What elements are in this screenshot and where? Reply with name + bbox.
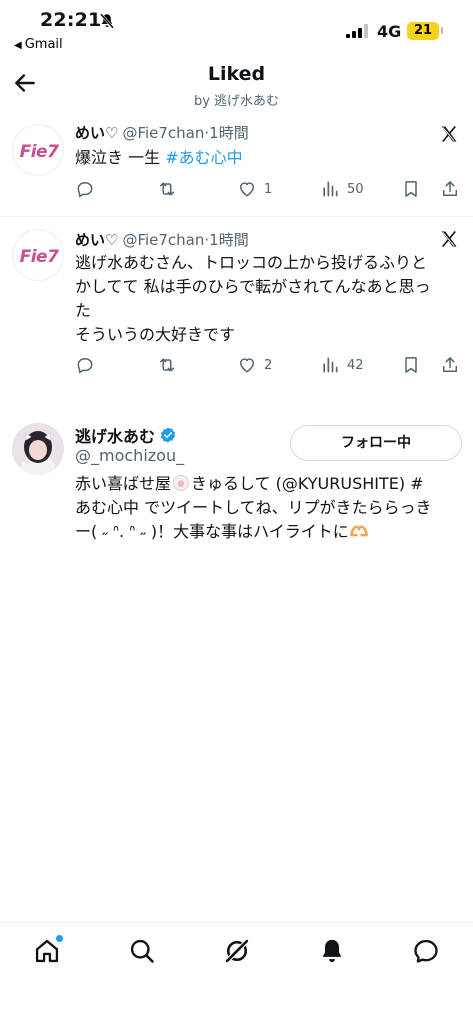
bio-text: きゅるして (@KYURUSHITE) # (191, 474, 424, 493)
x-logo-icon (441, 125, 457, 143)
avatar[interactable]: Fie7 (12, 229, 64, 281)
views-icon (323, 357, 338, 373)
like-count: 1 (264, 181, 273, 197)
tweet-header: めい♡ @Fie7chan·1時間 (75, 122, 249, 143)
avatar-logo-text: Fie7 (19, 247, 59, 267)
hashtag-link[interactable]: #あむ心中 (165, 148, 242, 167)
mochi-emoji-icon (173, 475, 190, 491)
views-button[interactable]: 50 (320, 178, 364, 200)
bookmark-icon (405, 181, 417, 197)
search-icon[interactable] (128, 937, 156, 965)
status-bar: 22:21 ◀ Gmail 4G 21 (0, 0, 473, 56)
view-count: 42 (347, 357, 364, 373)
views-button[interactable]: 42 (320, 354, 364, 376)
tweet-header: めい♡ @Fie7chan·1時間 (75, 229, 249, 250)
bottom-navigation (0, 922, 473, 1024)
like-count: 2 (264, 357, 273, 373)
like-button[interactable]: 1 (237, 178, 272, 200)
page-title: Liked (207, 63, 266, 85)
x-logo-icon (441, 230, 457, 248)
profile-name: 逃げ水あむ (75, 427, 156, 446)
battery-cap (441, 27, 443, 34)
battery-level: 21 (407, 22, 439, 40)
messages-icon[interactable] (412, 937, 440, 965)
heart-icon (240, 358, 254, 373)
reply-button[interactable] (75, 354, 95, 376)
heart-icon (240, 182, 254, 197)
back-app-label: Gmail (24, 37, 63, 52)
bookmark-button[interactable] (401, 354, 421, 376)
tweet-actions: 1 50 (75, 178, 465, 202)
bio-text: 赤い喜ばせ屋 (75, 474, 172, 493)
avatar[interactable]: Fie7 (12, 124, 64, 176)
tweet-text: 爆泣き 一生 #あむ心中 (75, 146, 465, 170)
notifications-icon[interactable] (318, 937, 346, 965)
page-header: Liked by 逃げ水あむ (0, 56, 473, 112)
reply-icon (77, 358, 93, 374)
tweet[interactable]: Fie7 めい♡ @Fie7chan·1時間 逃げ水あむさん、トロッコの上から投げ… (0, 217, 473, 392)
author-handle[interactable]: @Fie7chan (122, 124, 204, 142)
profile-name-row[interactable]: 逃げ水あむ (75, 423, 177, 447)
tweet-text-line: そういうの大好きです (75, 325, 236, 344)
bookmark-button[interactable] (401, 178, 421, 200)
bio-text: ー( ˶ ᐢ. ᐢ ˶ )！大事な事はハイライトに (75, 522, 349, 541)
retweet-icon (160, 358, 174, 372)
status-time: 22:21 (40, 9, 102, 31)
author-name[interactable]: めい♡ (75, 231, 118, 249)
tweet-text-line: かしてて 私は手のひらで転がされてんなあと思っ (75, 277, 431, 296)
share-button[interactable] (440, 178, 460, 200)
reply-icon (77, 182, 93, 198)
avatar-logo-text: Fie7 (19, 142, 59, 162)
bio-text: あむ心中 でツイートしてね、リプがきたららっき (75, 498, 432, 517)
network-type: 4G (377, 22, 402, 41)
signal-icon (346, 24, 368, 38)
view-count: 50 (347, 181, 364, 197)
share-button[interactable] (440, 354, 460, 376)
retweet-button[interactable] (157, 354, 177, 376)
retweet-icon (160, 182, 174, 196)
like-button[interactable]: 2 (237, 354, 272, 376)
following-button[interactable]: フォロー中 (290, 425, 462, 461)
tweet-text-body: 爆泣き 一生 (75, 148, 166, 167)
profile-handle: @_mochizou_ (75, 446, 185, 465)
tweet-actions: 2 42 (75, 354, 465, 378)
verified-badge-icon (160, 427, 176, 443)
tweet-text-line: た (75, 301, 92, 320)
bookmark-icon (405, 357, 417, 373)
grok-icon[interactable] (223, 937, 251, 965)
profile-photo (12, 423, 64, 475)
back-to-app-link[interactable]: ◀ Gmail (14, 37, 63, 52)
home-notification-dot (56, 935, 63, 942)
reply-button[interactable] (75, 178, 95, 200)
tweet-time: ·1時間 (204, 124, 249, 142)
tweet-text-line: 逃げ水あむさん、トロッコの上から投げるふりと (75, 253, 428, 272)
page-subtitle: by 逃げ水あむ (193, 94, 280, 109)
profile-avatar[interactable] (12, 423, 64, 475)
retweet-button[interactable] (157, 178, 177, 200)
heart-hands-emoji-icon (350, 525, 368, 537)
bell-slash-icon (100, 13, 114, 29)
tweet-text: 逃げ水あむさん、トロッコの上から投げるふりと かしてて 私は手のひらで転がされて… (75, 251, 465, 347)
share-icon (443, 357, 457, 372)
author-handle[interactable]: @Fie7chan (122, 231, 204, 249)
tweet[interactable]: Fie7 めい♡ @Fie7chan·1時間 爆泣き 一生 #あむ心中 1 50 (0, 112, 473, 216)
share-icon (443, 181, 457, 196)
tweet-time: ·1時間 (204, 231, 249, 249)
views-icon (323, 181, 338, 197)
author-name[interactable]: めい♡ (75, 124, 118, 142)
profile-bio: 赤い喜ばせ屋 きゅるして (@KYURUSHITE) # あむ心中 でツイートして… (75, 472, 465, 544)
